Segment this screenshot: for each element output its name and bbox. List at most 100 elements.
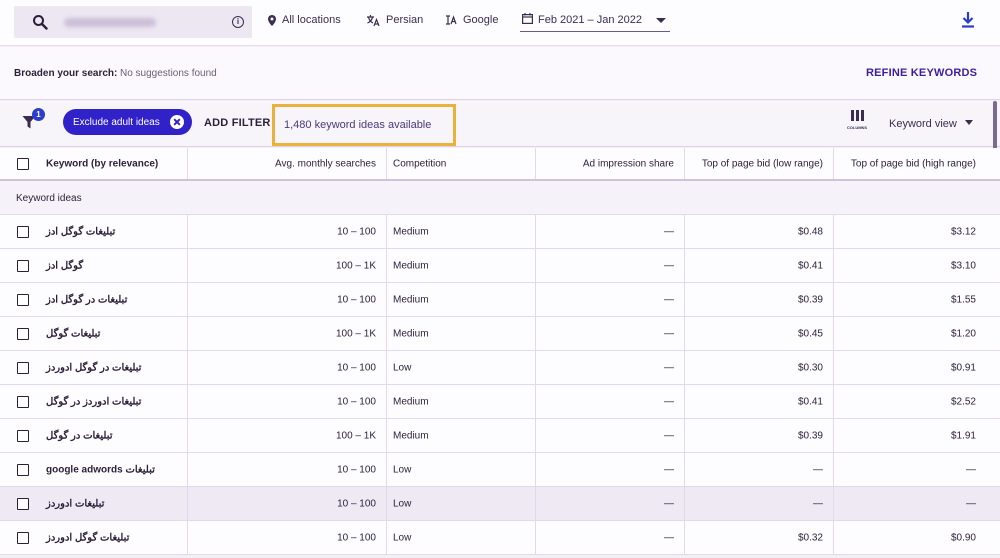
cell-avg-monthly-searches: 10 – 100 <box>188 283 387 316</box>
filter-bar: 1 Exclude adult ideas ADD FILTER 1,480 k… <box>0 101 1000 147</box>
search-icon <box>33 15 48 30</box>
chevron-down-icon <box>656 18 666 23</box>
top-toolbar: i All locations Persian Google Feb 2021 … <box>0 0 1000 46</box>
date-range-selector[interactable]: Feb 2021 – Jan 2022 <box>520 8 670 32</box>
table-row[interactable]: تبلیغات گوگل ادوردز 10 – 100 Low — $0.32 $0.9… <box>0 521 1000 555</box>
cell-avg-monthly-searches: 10 – 100 <box>188 453 387 486</box>
cell-bid-high: $1.91 <box>950 430 976 441</box>
cell-bid-low: — <box>685 487 834 520</box>
cell-ad-impression-share: — <box>536 521 685 554</box>
keyword-text: تبلیغات در گوگل ادوردز <box>46 362 142 373</box>
cell-competition: Medium <box>387 317 536 350</box>
network-icon <box>446 15 457 25</box>
keyword-ideas-count: 1,480 keyword ideas available <box>284 119 432 131</box>
cell-keyword: تبلیغات گوگل <box>0 317 188 350</box>
cell-bid-low: $0.41 <box>685 249 834 282</box>
table-row[interactable]: تبلیغات گوگل 100 – 1K Medium — $0.45 $1.20 <box>0 317 1000 351</box>
keyword-view-dropdown[interactable]: Keyword view <box>889 118 973 130</box>
section-label: Keyword ideas <box>16 193 82 204</box>
column-header-ad-impression-share[interactable]: Ad impression share <box>536 148 685 179</box>
column-header-bid-high[interactable]: Top of page bid (high range) <box>834 148 986 179</box>
cell-ad-impression-share: — <box>536 283 685 316</box>
chip-label: Exclude adult ideas <box>73 117 160 128</box>
table-row[interactable]: تبلیغات در گوگل 100 – 1K Medium — $0.39 $1.91 <box>0 419 1000 453</box>
location-selector[interactable]: All locations <box>268 14 341 26</box>
broaden-label: Broaden your search: <box>14 68 118 79</box>
cell-bid-low: $0.30 <box>685 351 834 384</box>
row-checkbox[interactable] <box>17 327 29 340</box>
cell-bid-high: $3.10 <box>950 260 976 271</box>
keyword-view-label: Keyword view <box>889 118 957 130</box>
cell-competition: Medium <box>387 419 536 452</box>
cell-avg-monthly-searches: 10 – 100 <box>188 215 387 248</box>
cell-avg-monthly-searches: 100 – 1K <box>188 249 387 282</box>
exclude-adult-ideas-chip[interactable]: Exclude adult ideas <box>63 109 192 135</box>
column-header-bid-low[interactable]: Top of page bid (low range) <box>685 148 834 179</box>
table-row[interactable]: تبلیغات گوگل ادز 10 – 100 Medium — $0.48 $3.1… <box>0 215 1000 249</box>
location-pin-icon <box>268 14 276 26</box>
info-icon[interactable]: i <box>232 16 244 28</box>
download-icon[interactable] <box>961 12 975 28</box>
cell-bid-high: $1.20 <box>950 328 976 339</box>
cell-bid-low: $0.32 <box>685 521 834 554</box>
cell-ad-impression-share: — <box>536 453 685 486</box>
cell-bid-low: $0.39 <box>685 419 834 452</box>
keyword-text: تبلیغات گوگل <box>46 328 101 339</box>
column-header-avg-monthly-searches[interactable]: Avg. monthly searches <box>188 148 387 179</box>
cell-competition: Medium <box>387 385 536 418</box>
cell-competition: Medium <box>387 283 536 316</box>
keyword-text: تبلیغات google adwords <box>46 464 155 475</box>
table-row[interactable]: تبلیغات ادوردز 10 – 100 Low — — — <box>0 487 1000 521</box>
cell-bid-low: $0.48 <box>685 215 834 248</box>
cell-avg-monthly-searches: 10 – 100 <box>188 487 387 520</box>
select-all-checkbox[interactable] <box>17 157 29 170</box>
table-row[interactable]: تبلیغات ادوردز در گوگل 10 – 100 Medium — $0.… <box>0 385 1000 419</box>
keyword-ideas-section-row: Keyword ideas <box>0 181 1000 215</box>
row-checkbox[interactable] <box>17 531 29 544</box>
row-checkbox[interactable] <box>17 259 29 272</box>
cell-competition: Medium <box>387 249 536 282</box>
columns-button[interactable]: COLUMNS <box>842 110 872 130</box>
vertical-scrollbar[interactable] <box>993 101 997 149</box>
cell-competition: Low <box>387 487 536 520</box>
refine-keywords-button[interactable]: REFINE KEYWORDS <box>866 67 977 79</box>
row-checkbox[interactable] <box>17 497 29 510</box>
column-header-keyword[interactable]: Keyword (by relevance) <box>0 148 188 179</box>
cell-avg-monthly-searches: 100 – 1K <box>188 317 387 350</box>
network-label: Google <box>463 14 499 26</box>
table-row[interactable]: تبلیغات در گوگل ادز 10 – 100 Medium — $0.39 $… <box>0 283 1000 317</box>
cell-bid-low: — <box>685 453 834 486</box>
keyword-text: تبلیغات در گوگل <box>46 430 113 441</box>
cell-bid-high: — <box>966 464 976 475</box>
column-header-competition[interactable]: Competition <box>387 148 536 179</box>
broaden-value: No suggestions found <box>120 68 217 79</box>
row-checkbox[interactable] <box>17 293 29 306</box>
row-checkbox[interactable] <box>17 463 29 476</box>
row-checkbox[interactable] <box>17 225 29 238</box>
row-checkbox[interactable] <box>17 361 29 374</box>
cell-keyword: تبلیغات گوگل ادز <box>0 215 188 248</box>
language-selector[interactable]: Persian <box>367 14 423 26</box>
cell-competition: Low <box>387 521 536 554</box>
cell-bid-high: $0.90 <box>950 532 976 543</box>
table-row[interactable]: تبلیغات در گوگل ادوردز 10 – 100 Low — $0.30 $… <box>0 351 1000 385</box>
cell-keyword: گوگل ادز <box>0 249 188 282</box>
cell-keyword: تبلیغات گوگل ادوردز <box>0 521 188 554</box>
row-checkbox[interactable] <box>17 429 29 442</box>
row-checkbox[interactable] <box>17 395 29 408</box>
calendar-icon <box>522 13 533 24</box>
close-icon[interactable] <box>170 115 184 129</box>
cell-ad-impression-share: — <box>536 317 685 350</box>
network-selector[interactable]: Google <box>446 14 498 26</box>
keyword-text: گوگل ادز <box>46 260 84 271</box>
table-row[interactable]: گوگل ادز 100 – 1K Medium — $0.41 $3.10 <box>0 249 1000 283</box>
blurred-search-text <box>64 18 156 27</box>
table-row[interactable]: تبلیغات google adwords 10 – 100 Low — — — <box>0 453 1000 487</box>
cell-ad-impression-share: — <box>536 351 685 384</box>
cell-competition: Low <box>387 453 536 486</box>
add-filter-button[interactable]: ADD FILTER <box>204 117 271 129</box>
cell-bid-high: $1.55 <box>950 294 976 305</box>
search-input[interactable]: i <box>14 6 252 38</box>
keyword-text: تبلیغات در گوگل ادز <box>46 294 128 305</box>
cell-competition: Low <box>387 351 536 384</box>
